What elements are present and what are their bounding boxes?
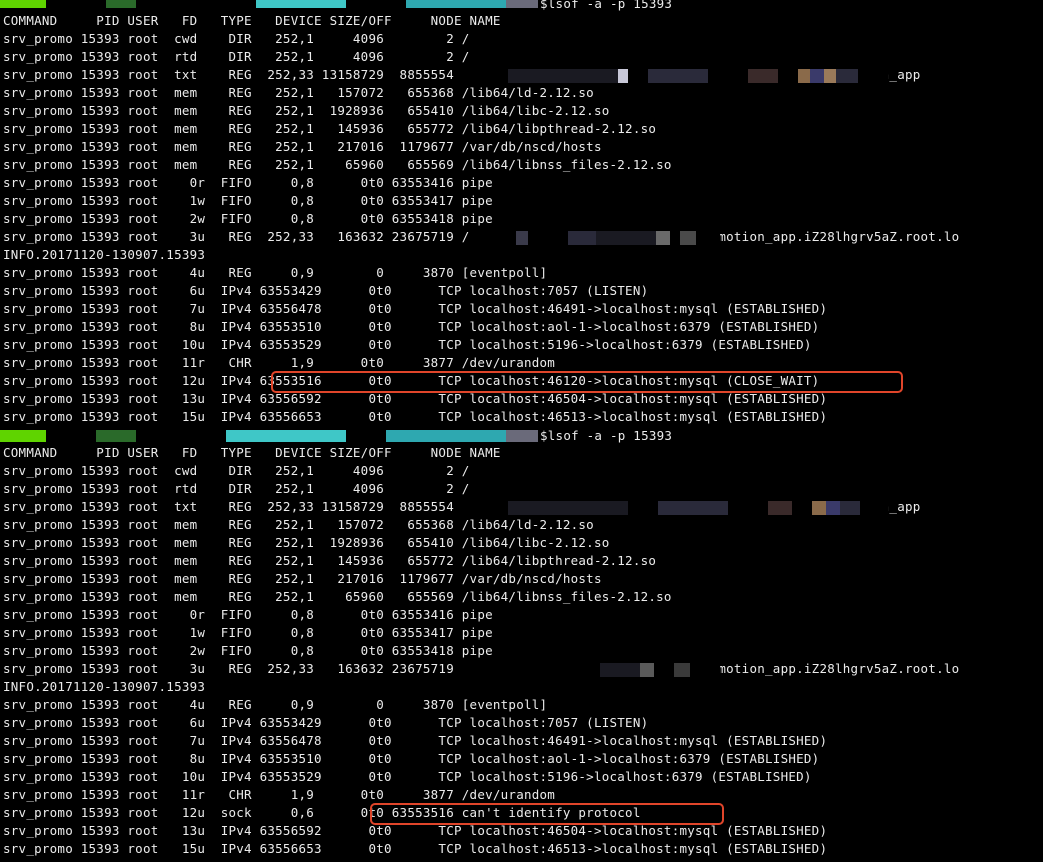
lsof-row: srv_promo 15393 root 0r FIFO 0,8 0t0 635… <box>3 175 493 190</box>
lsof-row: srv_promo 15393 root 1w FIFO 0,8 0t0 635… <box>3 625 493 640</box>
lsof-header: COMMAND PID USER FD TYPE DEVICE SIZE/OFF… <box>3 445 501 460</box>
lsof-row: srv_promo 15393 root mem REG 252,1 21701… <box>3 571 602 586</box>
lsof-header: COMMAND PID USER FD TYPE DEVICE SIZE/OFF… <box>3 13 501 28</box>
lsof-row: srv_promo 15393 root 10u IPv4 63553529 0… <box>3 337 812 352</box>
redacted-prompt-prefix <box>0 0 538 8</box>
shell-prompt: $lsof -a -p 15393 <box>540 428 673 443</box>
redacted-path <box>508 69 888 83</box>
lsof-row: srv_promo 15393 root 13u IPv4 63556592 0… <box>3 823 828 838</box>
lsof-row: srv_promo 15393 root 2w FIFO 0,8 0t0 635… <box>3 643 493 658</box>
lsof-row: srv_promo 15393 root mem REG 252,1 15707… <box>3 85 594 100</box>
lsof-row: srv_promo 15393 root 11r CHR 1,9 0t0 387… <box>3 355 556 370</box>
lsof-row: srv_promo 15393 root cwd DIR 252,1 4096 … <box>3 31 470 46</box>
lsof-row: srv_promo 15393 root mem REG 252,1 65960… <box>3 157 672 172</box>
lsof-row: srv_promo 15393 root mem REG 252,1 14593… <box>3 121 657 136</box>
lsof-row: srv_promo 15393 root 4u REG 0,9 0 3870 [… <box>3 697 548 712</box>
lsof-row: srv_promo 15393 root mem REG 252,1 15707… <box>3 517 594 532</box>
lsof-row-continuation: INFO.20171120-130907.15393 <box>3 679 206 694</box>
lsof-row: srv_promo 15393 root 7u IPv4 63556478 0t… <box>3 301 828 316</box>
lsof-row: srv_promo 15393 root 15u IPv4 63556653 0… <box>3 841 828 856</box>
lsof-row: srv_promo 15393 root mem REG 252,1 14593… <box>3 553 657 568</box>
lsof-row: srv_promo 15393 root rtd DIR 252,1 4096 … <box>3 49 470 64</box>
lsof-row: srv_promo 15393 root 4u REG 0,9 0 3870 [… <box>3 265 548 280</box>
lsof-row: srv_promo 15393 root mem REG 252,1 65960… <box>3 589 672 604</box>
lsof-row: srv_promo 15393 root 8u IPv4 63553510 0t… <box>3 319 820 334</box>
lsof-row: srv_promo 15393 root 10u IPv4 63553529 0… <box>3 769 812 784</box>
lsof-row: srv_promo 15393 root 3u REG 252,33 16363… <box>3 229 960 244</box>
lsof-row: srv_promo 15393 root 6u IPv4 63553429 0t… <box>3 715 649 730</box>
lsof-row: srv_promo 15393 root 7u IPv4 63556478 0t… <box>3 733 828 748</box>
lsof-row: srv_promo 15393 root mem REG 252,1 19289… <box>3 103 610 118</box>
redacted-path <box>508 501 888 515</box>
lsof-row: srv_promo 15393 root rtd DIR 252,1 4096 … <box>3 481 470 496</box>
lsof-row: srv_promo 15393 root 0r FIFO 0,8 0t0 635… <box>3 607 493 622</box>
lsof-row: srv_promo 15393 root mem REG 252,1 19289… <box>3 535 610 550</box>
lsof-row: srv_promo 15393 root mem REG 252,1 21701… <box>3 139 602 154</box>
lsof-row: srv_promo 15393 root 3u REG 252,33 16363… <box>3 661 960 676</box>
shell-prompt: $lsof -a -p 15393 <box>540 0 673 11</box>
lsof-row: srv_promo 15393 root cwd DIR 252,1 4096 … <box>3 463 470 478</box>
redacted-path <box>516 231 720 245</box>
lsof-row: srv_promo 15393 root 15u IPv4 63556653 0… <box>3 409 828 424</box>
redacted-prompt-prefix <box>0 430 538 442</box>
lsof-row: srv_promo 15393 root 8u IPv4 63553510 0t… <box>3 751 820 766</box>
lsof-row: srv_promo 15393 root 11r CHR 1,9 0t0 387… <box>3 787 556 802</box>
lsof-row: srv_promo 15393 root 1w FIFO 0,8 0t0 635… <box>3 193 493 208</box>
terminal-window: $lsof -a -p 15393 COMMAND PID USER FD TY… <box>0 0 1043 862</box>
lsof-row: srv_promo 15393 root 2w FIFO 0,8 0t0 635… <box>3 211 493 226</box>
redacted-path <box>600 663 720 677</box>
lsof-row-continuation: INFO.20171120-130907.15393 <box>3 247 206 262</box>
lsof-row: srv_promo 15393 root 6u IPv4 63553429 0t… <box>3 283 649 298</box>
lsof-row: srv_promo 15393 root 13u IPv4 63556592 0… <box>3 391 828 406</box>
